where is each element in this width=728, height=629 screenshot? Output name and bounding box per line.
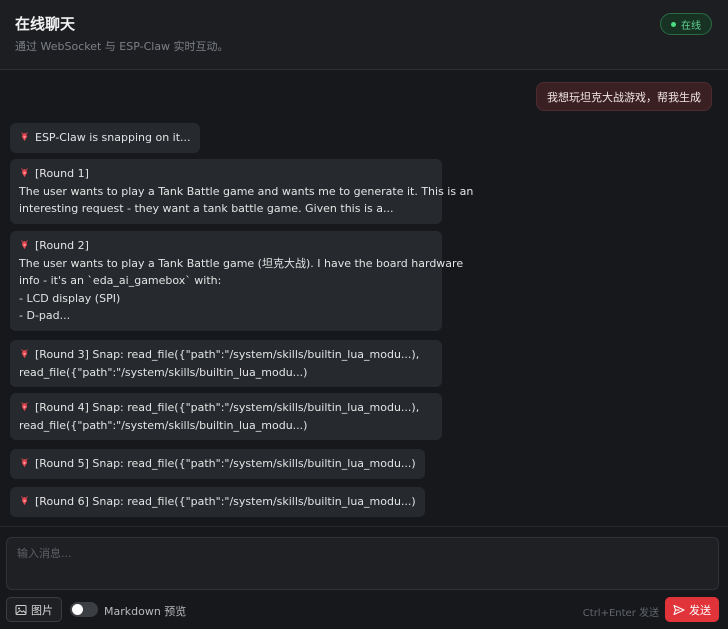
image-icon xyxy=(15,604,27,615)
claw-icon xyxy=(20,401,29,412)
bot-message: [Round 3] Snap: read_file({"path":"/syst… xyxy=(10,340,442,387)
send-button-label: 发送 xyxy=(689,603,711,617)
user-message: 我想玩坦克大战游戏，帮我生成 xyxy=(536,82,712,111)
message-input[interactable] xyxy=(6,537,719,590)
bot-message: [Round 5] Snap: read_file({"path":"/syst… xyxy=(10,449,425,479)
send-button[interactable]: 发送 xyxy=(665,597,719,622)
bot-message-line: read_file({"path":"/system/skills/builti… xyxy=(19,418,308,432)
claw-icon xyxy=(20,167,29,178)
claw-icon xyxy=(20,457,29,468)
bot-message-line: read_file({"path":"/system/skills/builti… xyxy=(19,365,308,379)
bot-message-line: interesting request - they want a tank b… xyxy=(19,202,394,215)
send-shortcut-hint: Ctrl+Enter 发送 xyxy=(582,608,659,619)
page-subtitle: 通过 WebSocket 与 ESP-Claw 实时互动。 xyxy=(15,40,229,53)
bot-message-line: The user wants to play a Tank Battle gam… xyxy=(19,256,464,270)
status-label: 在线 xyxy=(681,20,701,32)
bot-message-line: [Round 2] xyxy=(35,239,89,252)
image-upload-button[interactable]: 图片 xyxy=(6,597,62,622)
bot-message-line: [Round 5] Snap: read_file({"path":"/syst… xyxy=(35,457,416,470)
user-message-text: 我想玩坦克大战游戏，帮我生成 xyxy=(547,90,701,104)
bot-message-line: The user wants to play a Tank Battle gam… xyxy=(19,184,474,198)
claw-icon xyxy=(20,131,29,142)
markdown-preview-label: Markdown 预览 xyxy=(104,605,187,618)
bot-message-line: info - it's an `eda_ai_gamebox` with: xyxy=(19,274,222,287)
claw-icon xyxy=(20,239,29,250)
image-button-label: 图片 xyxy=(31,603,53,617)
bot-message: [Round 2] The user wants to play a Tank … xyxy=(10,231,464,331)
bot-message: [Round 6] Snap: read_file({"path":"/syst… xyxy=(10,487,425,517)
bot-message-line: ESP-Claw is snapping on it... xyxy=(35,131,191,144)
claw-icon xyxy=(20,495,29,506)
bot-message-line: [Round 3] Snap: read_file({"path":"/syst… xyxy=(35,348,420,361)
composer: 图片 Markdown 预览 Ctrl+Enter 发送 发送 xyxy=(0,526,728,629)
send-icon xyxy=(673,604,685,615)
bot-message: ESP-Claw is snapping on it... xyxy=(10,123,200,153)
chat-header: 在线聊天 通过 WebSocket 与 ESP-Claw 实时互动。 在线 xyxy=(0,0,728,70)
markdown-preview-toggle[interactable] xyxy=(70,602,98,617)
bot-message-line: [Round 4] Snap: read_file({"path":"/syst… xyxy=(35,401,420,414)
claw-icon xyxy=(20,348,29,359)
toggle-knob xyxy=(72,604,83,615)
message-list[interactable]: 我想玩坦克大战游戏，帮我生成 ESP-Claw is snapping on i… xyxy=(0,71,728,526)
status-badge: 在线 xyxy=(660,13,712,35)
bot-message-line: [Round 6] Snap: read_file({"path":"/syst… xyxy=(35,495,416,508)
bot-message-line: - LCD display (SPI) xyxy=(19,291,121,305)
status-dot-icon xyxy=(671,21,676,27)
chat-app: 在线聊天 通过 WebSocket 与 ESP-Claw 实时互动。 在线 我想… xyxy=(0,0,728,629)
bot-message: [Round 1] The user wants to play a Tank … xyxy=(10,159,474,224)
page-title: 在线聊天 xyxy=(15,15,76,33)
bot-message: [Round 4] Snap: read_file({"path":"/syst… xyxy=(10,393,442,440)
bot-message-line: - D-pad... xyxy=(19,309,71,322)
bot-message-line: [Round 1] xyxy=(35,167,89,180)
